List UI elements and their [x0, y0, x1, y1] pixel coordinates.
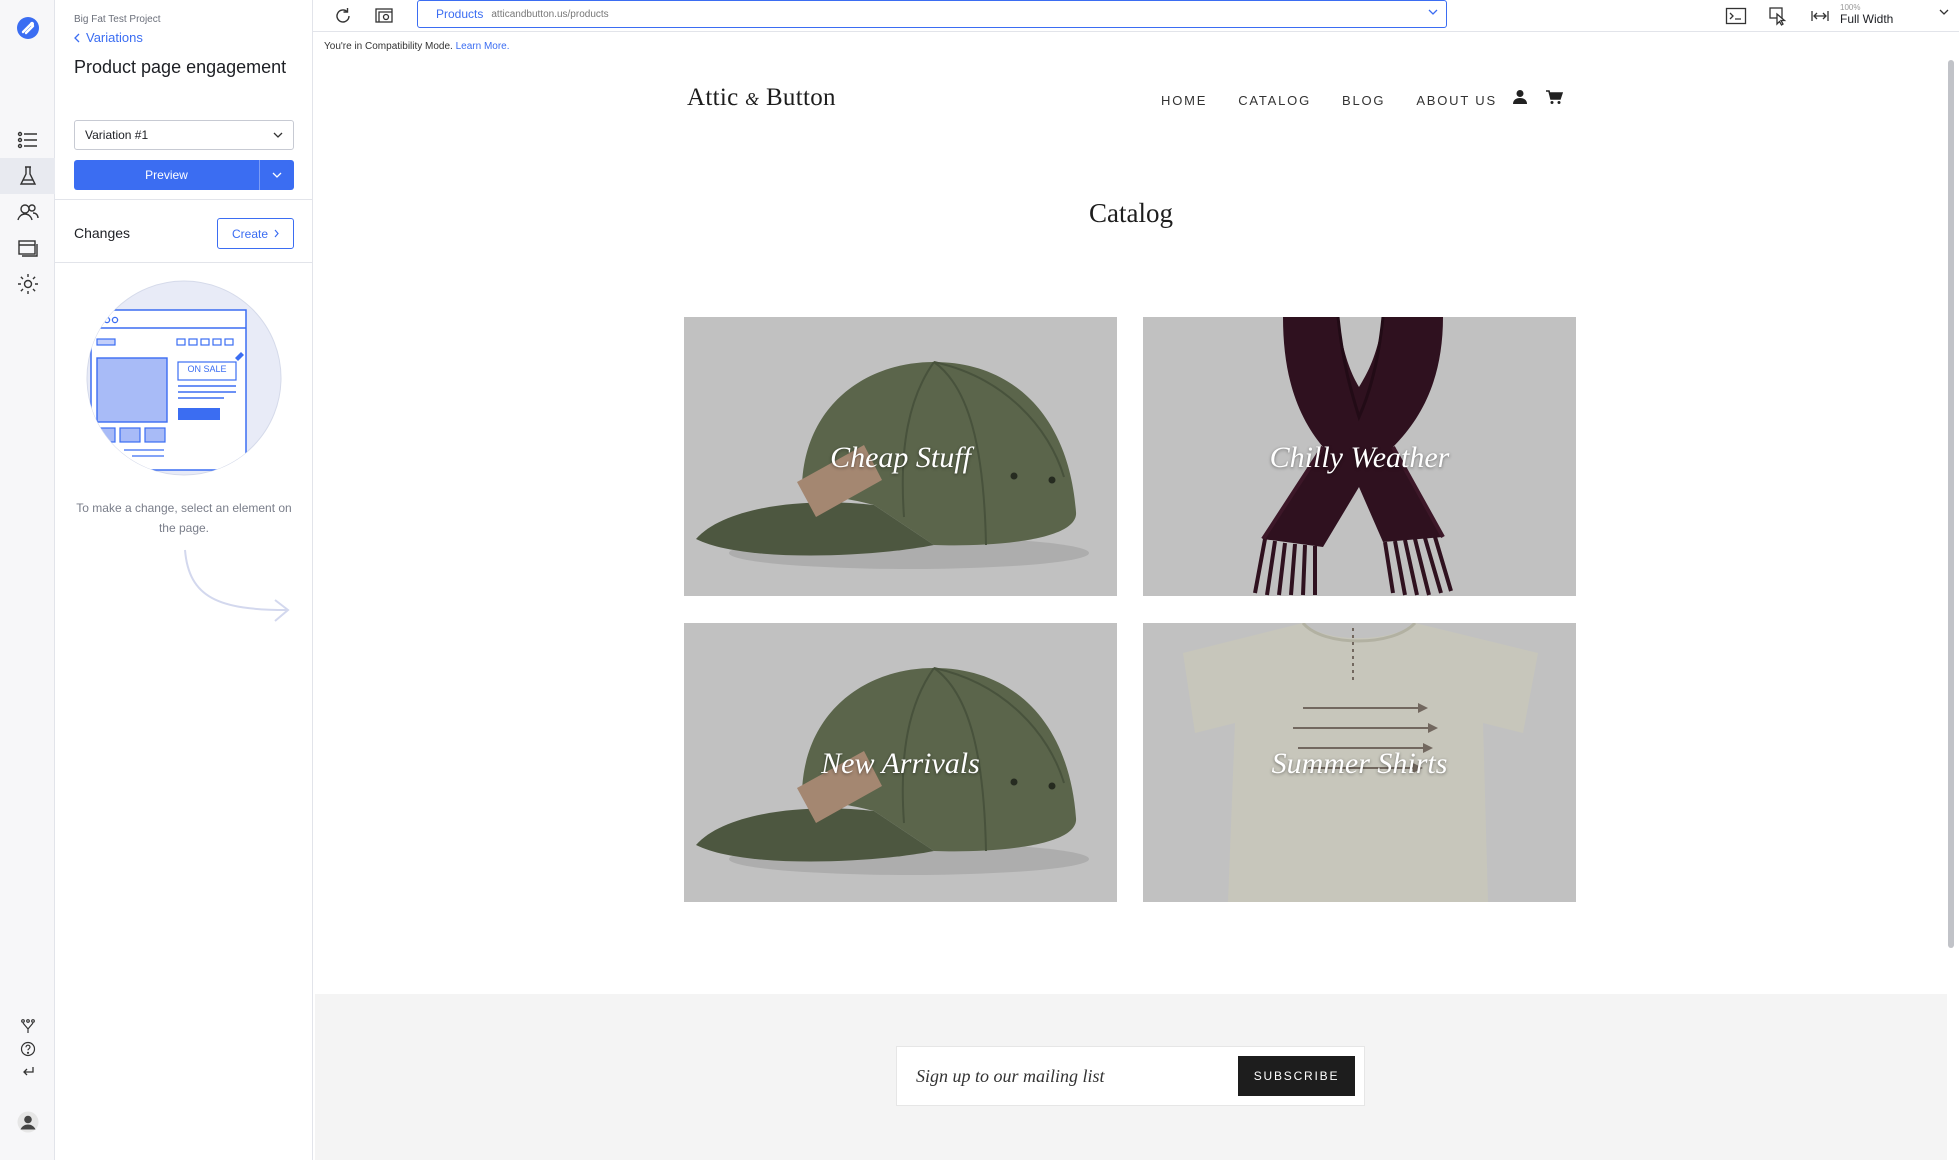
newsletter-signup: Sign up to our mailing list SUBSCRIBE — [896, 1046, 1365, 1106]
site-preview: Attic & Button HOME CATALOG BLOG ABOUT U… — [315, 58, 1947, 1160]
logo-left: Attic — [687, 84, 739, 111]
cart-icon[interactable] — [1545, 89, 1563, 105]
refresh-icon[interactable] — [330, 3, 356, 29]
preview-button[interactable]: Preview — [74, 160, 259, 190]
tile-label: New Arrivals — [821, 747, 980, 780]
learn-more-link[interactable]: Learn More. — [456, 41, 510, 52]
left-rail — [0, 0, 55, 1160]
url-address: atticandbutton.us/products — [491, 8, 609, 20]
compatibility-notice: You're in Compatibility Mode. Learn More… — [324, 41, 510, 52]
exit-return-icon[interactable] — [0, 1054, 55, 1090]
collection-tile[interactable]: Cheap Stuff — [684, 317, 1117, 596]
tile-label: Cheap Stuff — [830, 441, 971, 474]
chevron-down-icon — [273, 132, 283, 138]
pages-icon[interactable] — [0, 230, 55, 266]
subscribe-button[interactable]: SUBSCRIBE — [1238, 1056, 1355, 1096]
site-nav: HOME CATALOG BLOG ABOUT US — [1161, 93, 1497, 108]
experiment-title: Product page engagement — [74, 57, 287, 77]
nav-catalog[interactable]: CATALOG — [1238, 93, 1311, 108]
nav-blog[interactable]: BLOG — [1342, 93, 1385, 108]
scrollbar-thumb[interactable] — [1948, 60, 1954, 948]
compatibility-message: You're in Compatibility Mode. — [324, 41, 453, 52]
project-name: Big Fat Test Project — [74, 14, 161, 25]
audiences-icon[interactable] — [0, 194, 55, 230]
nav-icons — [1513, 89, 1563, 105]
tile-label: Summer Shirts — [1271, 747, 1448, 780]
chevron-down-icon — [272, 172, 282, 178]
tile-label: Chilly Weather — [1269, 441, 1450, 474]
zoom-percent: 100% — [1840, 3, 1861, 12]
variation-select[interactable]: Variation #1 — [74, 120, 294, 150]
url-select[interactable]: Products atticandbutton.us/products — [417, 0, 1447, 28]
logo-icon[interactable] — [0, 10, 55, 46]
preview-scrollbar[interactable] — [1947, 58, 1955, 950]
chevron-down-icon[interactable] — [1939, 9, 1949, 15]
viewport-width-select[interactable]: Full Width — [1840, 12, 1893, 26]
user-avatar-icon[interactable] — [0, 1104, 55, 1140]
settings-gear-icon[interactable] — [0, 266, 55, 302]
site-footer: Sign up to our mailing list SUBSCRIBE — [315, 994, 1947, 1160]
nav-home[interactable]: HOME — [1161, 93, 1207, 108]
chevron-down-icon — [1428, 9, 1438, 15]
editor-toolbar: Products atticandbutton.us/products 100%… — [313, 0, 1959, 32]
nav-about-us[interactable]: ABOUT US — [1416, 93, 1497, 108]
curved-arrow-icon — [184, 549, 290, 622]
empty-state-hint: To make a change, select an element on t… — [76, 501, 292, 535]
changes-heading: Changes — [74, 225, 131, 241]
panel-divider — [55, 262, 312, 263]
collection-tile[interactable]: New Arrivals — [684, 623, 1117, 902]
editor-illustration — [86, 280, 282, 476]
interactive-mode-icon[interactable] — [1765, 3, 1791, 29]
create-change-button[interactable]: Create — [217, 218, 294, 249]
back-link-label: Variations — [86, 30, 143, 45]
list-icon[interactable] — [0, 122, 55, 158]
back-to-variations-link[interactable]: Variations — [74, 30, 143, 45]
preview-options-button[interactable] — [259, 160, 294, 190]
app-window: Big Fat Test Project Variations Product … — [0, 0, 1959, 1160]
variation-select-value: Variation #1 — [85, 128, 149, 142]
newsletter-email-input[interactable]: Sign up to our mailing list — [916, 1066, 1105, 1087]
preview-button-group: Preview — [74, 160, 294, 190]
account-icon[interactable] — [1513, 89, 1527, 105]
create-button-label: Create — [231, 226, 269, 241]
illustration-badge: ON SALE — [187, 364, 227, 374]
chevron-right-icon — [274, 229, 279, 238]
experiments-flask-icon[interactable] — [0, 158, 55, 194]
panel-divider — [55, 199, 312, 200]
site-logo[interactable]: Attic & Button — [687, 84, 836, 112]
screenshot-icon[interactable] — [372, 3, 398, 29]
chevron-left-icon — [74, 33, 80, 42]
width-resize-icon[interactable] — [1807, 3, 1833, 29]
editor-panel: Big Fat Test Project Variations Product … — [55, 0, 313, 1160]
collection-tile[interactable]: Chilly Weather — [1143, 317, 1576, 596]
catalog-heading: Catalog — [1089, 198, 1173, 228]
logo-ampersand: & — [745, 89, 760, 109]
logo-right: Button — [765, 84, 836, 111]
collection-tile[interactable]: Summer Shirts — [1143, 623, 1576, 902]
code-editor-icon[interactable] — [1723, 3, 1749, 29]
url-page-name: Products — [436, 7, 484, 21]
